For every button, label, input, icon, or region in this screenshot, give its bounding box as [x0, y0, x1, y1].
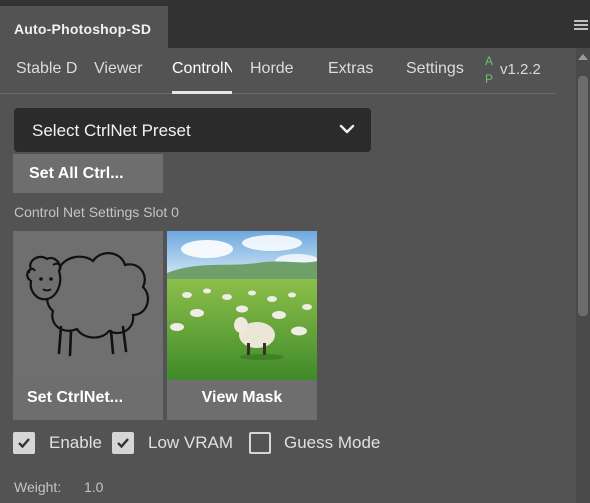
- chevron-down-icon: [339, 124, 355, 134]
- checkmark-icon: [18, 438, 30, 449]
- enable-label: Enable: [49, 433, 102, 452]
- tab-extras[interactable]: Extras: [328, 60, 373, 78]
- guess-mode-label: Guess Mode: [284, 433, 381, 452]
- scroll-thumb[interactable]: [578, 76, 588, 316]
- tab-horde[interactable]: Horde: [250, 60, 294, 78]
- panel-title: Auto-Photoshop-SD: [14, 21, 152, 37]
- view-mask-button[interactable]: View Mask: [167, 231, 317, 420]
- sheep-field-image: [167, 231, 317, 380]
- tab-controlnet[interactable]: ControlN: [172, 60, 232, 78]
- set-ctrlnet-image-button[interactable]: Set CtrlNet...: [13, 231, 163, 420]
- tab-stable-diffusion[interactable]: Stable D: [16, 60, 78, 78]
- checkmark-icon: [117, 438, 129, 449]
- enable-checkbox[interactable]: [13, 432, 35, 454]
- slot-label: Control Net Settings Slot 0: [14, 204, 179, 220]
- tab-bar: Stable D Viewer ControlN Horde Extras Se…: [0, 48, 556, 94]
- ap-badge-top: A: [484, 54, 493, 68]
- set-all-ctrlnet-button[interactable]: Set All Ctrl...: [13, 154, 163, 193]
- ap-badge: A P: [484, 52, 494, 88]
- active-tab-indicator: [172, 91, 232, 94]
- tab-viewer[interactable]: Viewer: [94, 60, 143, 78]
- panel-menu-icon[interactable]: [574, 20, 588, 32]
- view-mask-label: View Mask: [201, 389, 283, 406]
- scroll-up-arrow-icon[interactable]: [578, 54, 588, 60]
- low-vram-label: Low VRAM: [148, 433, 234, 452]
- ctrlnet-preset-select[interactable]: Select CtrlNet Preset: [14, 108, 371, 152]
- set-ctrlnet-label: Set CtrlNet...: [27, 389, 124, 406]
- ap-badge-bottom: P: [484, 72, 493, 86]
- panel-header: Auto-Photoshop-SD: [0, 0, 590, 48]
- panel-tab[interactable]: Auto-Photoshop-SD: [0, 6, 168, 48]
- weight-label: Weight:: [14, 479, 62, 495]
- low-vram-checkbox[interactable]: [112, 432, 134, 454]
- guess-mode-checkbox[interactable]: [249, 432, 271, 454]
- preset-select-label: Select CtrlNet Preset: [32, 121, 191, 140]
- set-all-ctrlnet-label: Set All Ctrl...: [29, 165, 124, 182]
- scrollbar[interactable]: [576, 48, 590, 503]
- version-label: v1.2.2: [500, 61, 541, 78]
- sheep-sketch-image: [13, 231, 163, 380]
- tab-settings[interactable]: Settings: [406, 60, 464, 78]
- weight-value[interactable]: 1.0: [84, 479, 103, 495]
